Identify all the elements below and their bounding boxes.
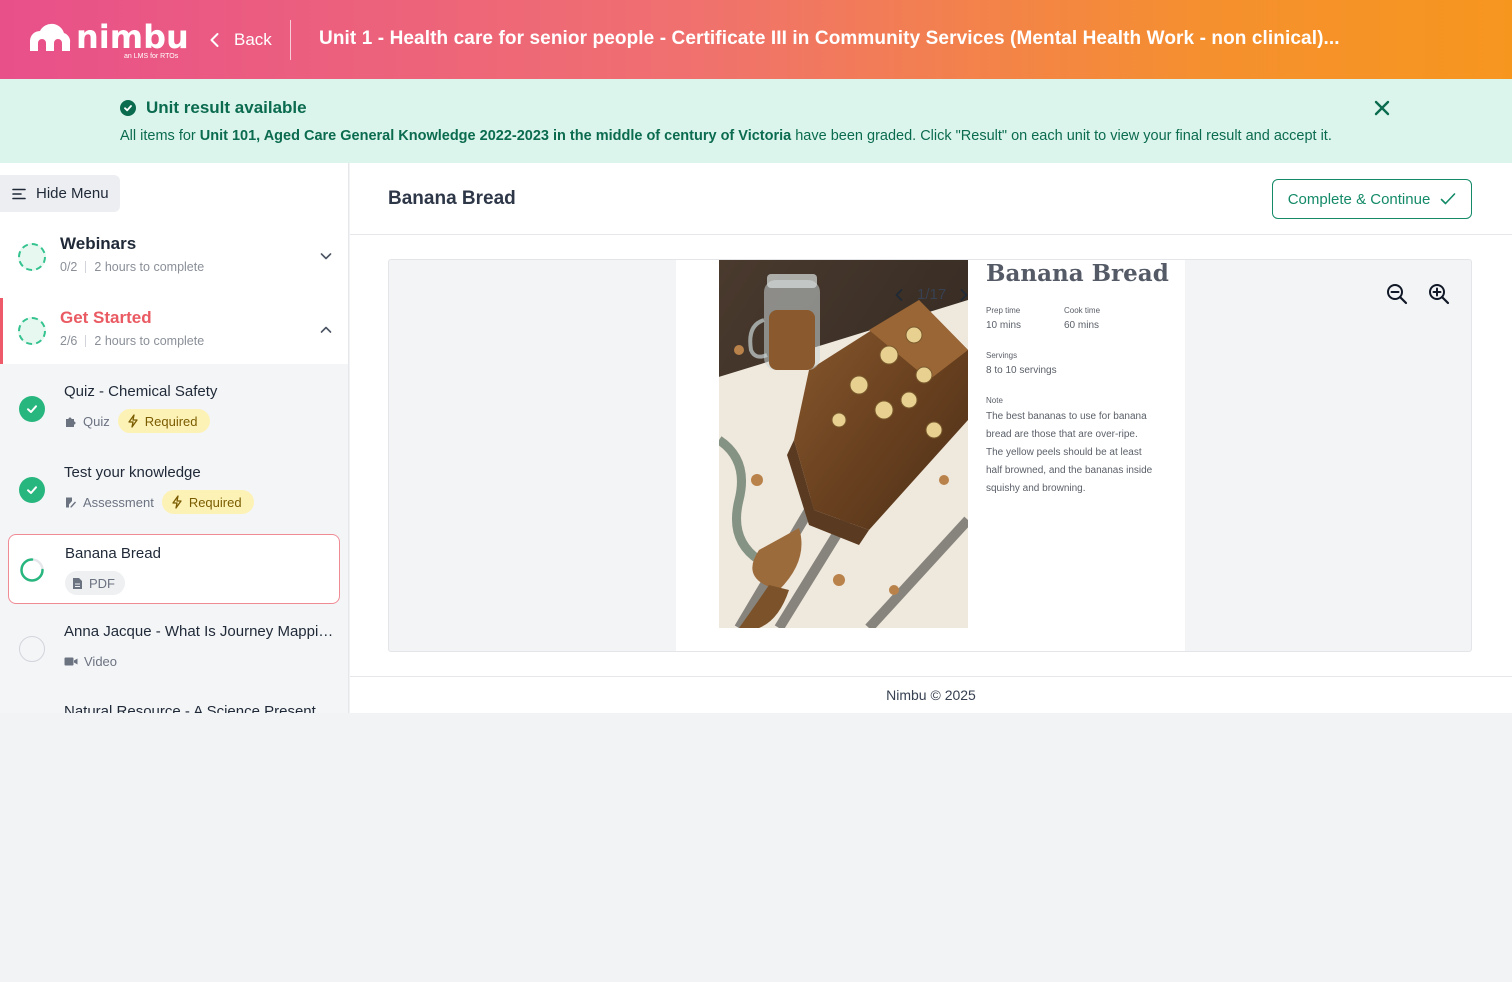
- zoom-out-icon[interactable]: [1385, 282, 1409, 306]
- content-header: Banana Bread Complete & Continue: [350, 163, 1512, 235]
- banner-title: Unit result available: [120, 98, 307, 118]
- prep-time-value: 10 mins: [986, 320, 1022, 331]
- hide-menu-label: Hide Menu: [36, 185, 109, 202]
- page-title: Banana Bread: [388, 188, 516, 209]
- lesson-list: Quiz - Chemical Safety Quiz Required Tes…: [0, 364, 348, 713]
- completed-check-icon: [19, 477, 45, 503]
- item-type: Assessment: [64, 490, 154, 514]
- recipe-title: Banana Bread: [986, 260, 1169, 287]
- close-icon[interactable]: [1372, 98, 1392, 118]
- edit-icon: [66, 497, 76, 507]
- item-type-label: Quiz: [83, 413, 110, 429]
- list-item-quiz-chemical-safety[interactable]: Quiz - Chemical Safety Quiz Required: [8, 373, 340, 443]
- banner-text-before: All items for: [120, 128, 200, 144]
- item-title: Banana Bread: [65, 545, 161, 562]
- pdf-page: Banana Bread Prep time 10 mins Cook time…: [676, 260, 1185, 651]
- banner-unit-name: Unit 101, Aged Care General Knowledge 20…: [199, 128, 792, 144]
- pdf-viewer[interactable]: Banana Bread Prep time 10 mins Cook time…: [388, 259, 1472, 652]
- section-meta: 2/6 2 hours to complete: [60, 334, 204, 348]
- cook-time-label: Cook time: [1064, 306, 1101, 315]
- lightning-icon: [128, 414, 138, 428]
- completed-check-icon: [19, 396, 45, 422]
- checkmark-icon: [1440, 193, 1456, 205]
- item-type: PDF: [65, 571, 125, 595]
- item-title: Test your knowledge: [64, 464, 201, 481]
- servings-value: 8 to 10 servings: [986, 365, 1057, 376]
- unit-result-banner: [0, 79, 1512, 163]
- cook-time-value: 60 mins: [1064, 320, 1100, 331]
- item-type: Video: [64, 649, 117, 673]
- copyright-text: Nimbu © 2025: [886, 687, 976, 703]
- prep-time-label: Prep time: [986, 306, 1021, 315]
- note-label: Note: [986, 396, 1003, 405]
- page-indicator: 1/17: [917, 286, 947, 303]
- section-duration: 2 hours to complete: [94, 334, 205, 348]
- item-title: Anna Jacque - What Is Journey Mappin...: [64, 623, 336, 640]
- zoom-in-icon[interactable]: [1427, 282, 1451, 306]
- not-started-circle-icon: [19, 636, 45, 662]
- main-content: Banana Bread Complete & Continue Banana …: [350, 163, 1512, 713]
- list-item-journey-mapping[interactable]: Anna Jacque - What Is Journey Mappin... …: [8, 613, 340, 683]
- section-progress-ring: [18, 243, 46, 271]
- item-type-label: Assessment: [83, 494, 154, 510]
- note-text: The best bananas to use for banana bread…: [986, 411, 1153, 494]
- course-title: Unit 1 - Health care for senior people -…: [319, 28, 1340, 49]
- list-item-natural-resource[interactable]: Natural Resource - A Science Presenta...: [8, 693, 340, 713]
- section-progress-ring: [18, 317, 46, 345]
- required-badge: Required: [117, 409, 210, 433]
- item-title: Natural Resource - A Science Presenta...: [64, 703, 336, 713]
- chevron-left-icon[interactable]: [891, 287, 907, 303]
- document-icon: [73, 577, 82, 589]
- nimbu-logo[interactable]: nimbu an LMS for RTOs: [26, 17, 189, 63]
- section-title: Get Started: [60, 308, 152, 327]
- page-navigator: 1/17: [891, 286, 972, 303]
- footer: Nimbu © 2025: [350, 676, 1512, 713]
- item-type-label: Video: [84, 653, 118, 669]
- lightning-icon: [172, 495, 182, 509]
- item-title: Quiz - Chemical Safety: [64, 383, 218, 400]
- section-webinars[interactable]: Webinars 0/2 2 hours to complete: [0, 224, 348, 290]
- meta-divider: [85, 261, 87, 273]
- back-button[interactable]: Back: [206, 26, 272, 54]
- section-duration: 2 hours to complete: [94, 260, 205, 274]
- hide-menu-button[interactable]: Hide Menu: [0, 175, 120, 212]
- banana-bread-photo: [719, 260, 968, 628]
- logo-tagline: an LMS for RTOs: [124, 53, 179, 60]
- section-progress: 2/6: [60, 334, 78, 348]
- servings-label: Servings: [986, 351, 1018, 360]
- chevron-up-icon[interactable]: [318, 322, 334, 338]
- required-label: Required: [188, 494, 242, 510]
- complete-continue-button[interactable]: Complete & Continue: [1272, 179, 1472, 219]
- item-type-label: PDF: [89, 575, 115, 591]
- video-icon: [64, 657, 78, 665]
- sidebar: Hide Menu Webinars 0/2 2 hours to comple…: [0, 163, 349, 713]
- section-meta: 0/2 2 hours to complete: [60, 260, 204, 274]
- banner-text-after: have been graded. Click "Result" on each…: [791, 128, 1332, 144]
- back-label: Back: [234, 30, 272, 49]
- puzzle-icon: [66, 417, 76, 427]
- logo-wordmark: nimbu: [76, 18, 189, 56]
- required-badge: Required: [161, 490, 254, 514]
- list-item-banana-bread[interactable]: Banana Bread PDF: [8, 534, 340, 604]
- chevron-right-icon[interactable]: [956, 287, 972, 303]
- chevron-down-icon[interactable]: [318, 248, 334, 264]
- section-get-started[interactable]: Get Started 2/6 2 hours to complete: [0, 298, 348, 364]
- section-title: Webinars: [60, 234, 137, 253]
- top-bar: nimbu an LMS for RTOs Back Unit 1 - Heal…: [0, 0, 1512, 79]
- complete-label: Complete & Continue: [1287, 190, 1431, 208]
- banner-message: All items for Unit 101, Aged Care Genera…: [120, 128, 1332, 144]
- banner-title-text: Unit result available: [146, 98, 307, 117]
- check-circle-icon: [120, 100, 136, 116]
- list-item-test-your-knowledge[interactable]: Test your knowledge Assessment Required: [8, 454, 340, 524]
- item-type: Quiz: [64, 409, 110, 433]
- section-progress: 0/2: [60, 260, 78, 274]
- menu-lines-icon: [12, 188, 26, 199]
- meta-divider: [85, 335, 87, 347]
- header-divider: [290, 20, 291, 60]
- cloud-logo-icon: [30, 23, 71, 51]
- in-progress-spinner-icon: [20, 558, 44, 582]
- chevron-left-icon: [210, 33, 219, 47]
- required-label: Required: [144, 413, 198, 429]
